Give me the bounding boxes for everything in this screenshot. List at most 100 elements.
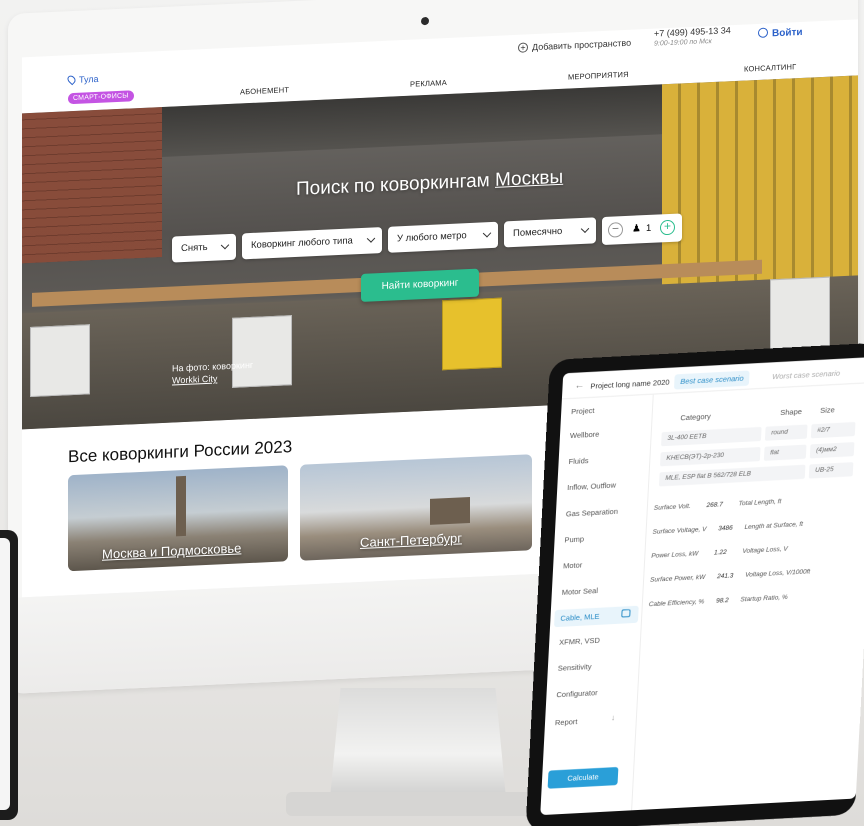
size-select[interactable]: (4)мм2: [809, 442, 855, 459]
sidebar-item[interactable]: Report: [555, 717, 578, 727]
minus-button[interactable]: −: [608, 221, 623, 238]
metric-value: 1.22: [713, 548, 727, 557]
column-header-shape: Shape: [780, 406, 803, 417]
metric-label: Surface Volt.: [653, 502, 691, 512]
metric-label: Length at Surface, ft: [744, 520, 804, 532]
sidebar-item-active[interactable]: Cable, MLE: [554, 605, 639, 628]
nav-smart-offices[interactable]: СМАРТ-ОФИСЫ: [68, 90, 134, 105]
working-hours: 9:00-19:00 по Мск: [654, 38, 712, 48]
metric-label: Surface Voltage, V: [652, 525, 707, 536]
city-card-spb[interactable]: Санкт-Петербург: [300, 454, 532, 561]
calculate-button[interactable]: Calculate: [547, 766, 619, 789]
column-header-size: Size: [820, 405, 836, 415]
hero-title-text: Поиск по коворкингам: [296, 170, 490, 200]
chevron-down-icon: [366, 234, 376, 243]
column-header-category: Category: [680, 411, 712, 423]
nav-advertising[interactable]: РЕКЛАМА: [410, 78, 447, 89]
sidebar-item[interactable]: Sensitivity: [558, 662, 592, 673]
comment-icon: [621, 609, 631, 618]
metric-row: Surface Volt. 268.7 Total Length, ft: [654, 498, 782, 512]
find-coworking-button[interactable]: Найти коворкинг: [361, 268, 479, 302]
category-select[interactable]: KHECB(ЭТ)-2р-230: [659, 447, 761, 467]
metric-label: Voltage Loss, V/1000ft: [744, 568, 811, 580]
chevron-down-icon: [482, 229, 492, 238]
download-icon[interactable]: ↓: [611, 713, 615, 722]
metric-label: Voltage Loss, V: [742, 545, 788, 556]
sidebar-item[interactable]: Pump: [564, 534, 584, 544]
sidebar-item[interactable]: Project: [571, 406, 595, 416]
phone-device: [0, 530, 18, 820]
deal-select-value: Снять: [181, 241, 208, 255]
metric-value: 241.3: [716, 572, 734, 581]
monitor-stand: [330, 688, 506, 798]
hero-cabinet-yellow: [442, 297, 502, 371]
category-select[interactable]: MLE, ESP flat B 562/728 ELB: [658, 464, 806, 487]
size-select[interactable]: UB-25: [808, 462, 854, 479]
building-shape: [430, 497, 470, 525]
period-select[interactable]: Помесячно: [504, 217, 596, 248]
category-select[interactable]: 3L-400 EETB: [661, 426, 762, 447]
guests-count: 1: [646, 222, 652, 235]
metric-label: Power Loss, kW: [651, 550, 699, 560]
metric-row: Cable Efficiency, % 98.2 Startup Ratio, …: [649, 594, 788, 608]
city-selector[interactable]: Тула: [65, 73, 99, 86]
chevron-down-icon: [580, 224, 590, 234]
nav-events[interactable]: МЕРОПРИЯТИЯ: [568, 70, 629, 82]
person-icon: ♟: [632, 223, 641, 235]
sidebar-item-label: Cable, MLE: [560, 611, 600, 623]
metro-select[interactable]: У любого метро: [388, 221, 498, 253]
type-select-value: Коворкинг любого типа: [251, 235, 353, 251]
phone-number[interactable]: +7 (499) 495-13 34: [654, 25, 731, 38]
user-icon: [758, 27, 768, 38]
metric-label: Total Length, ft: [738, 498, 782, 508]
sidebar-item[interactable]: Motor: [563, 561, 583, 571]
add-space-link[interactable]: + Добавить пространство: [518, 38, 631, 53]
plus-circle-icon: +: [518, 42, 528, 53]
metro-select-value: У любого метро: [397, 230, 467, 245]
add-space-label: Добавить пространство: [532, 37, 632, 53]
hero-cabinet: [770, 276, 830, 350]
hero-title: Поиск по коворкингам Москвы: [296, 167, 563, 201]
login-button[interactable]: Войти: [758, 26, 803, 40]
shape-select[interactable]: flat: [763, 444, 807, 461]
city-card-moscow[interactable]: Москва и Подмосковье: [68, 465, 288, 572]
metric-row: Power Loss, kW 1.22 Voltage Loss, V: [651, 546, 788, 560]
city-card-label: Москва и Подмосковье: [102, 540, 242, 562]
nav-consulting[interactable]: КОНСАЛТИНГ: [744, 62, 796, 73]
login-label: Войти: [772, 26, 803, 40]
type-select[interactable]: Коворкинг любого типа: [242, 227, 382, 260]
metric-label: Cable Efficiency, %: [648, 598, 705, 609]
guests-stepper: − ♟ 1 +: [602, 213, 682, 246]
nav-subscription[interactable]: АБОНЕМЕНТ: [240, 85, 289, 96]
hero-city-link[interactable]: Москвы: [495, 167, 563, 191]
section-title: Все коворкинги России 2023: [68, 437, 293, 467]
hero-cabinet: [30, 324, 90, 398]
sidebar-item[interactable]: Motor Seal: [562, 586, 599, 597]
tab-worst-case[interactable]: Worst case scenario: [772, 369, 840, 382]
metric-value: 3486: [718, 524, 733, 533]
tablet-main: Category Shape Size 3L-400 EETB round #2…: [632, 383, 864, 810]
tab-best-case[interactable]: Best case scenario: [673, 370, 750, 390]
photo-caption: На фото: коворкинг Workki City: [172, 359, 253, 387]
deal-select[interactable]: Снять: [172, 233, 236, 263]
sidebar-item[interactable]: Inflow, Outflow: [567, 481, 616, 493]
city-card-label: Санкт-Петербург: [360, 530, 462, 551]
metric-label: Startup Ratio, %: [740, 593, 788, 604]
sidebar-item[interactable]: Configurator: [556, 688, 598, 699]
sidebar-item[interactable]: Wellbore: [570, 429, 600, 440]
city-name: Тула: [79, 73, 99, 85]
hero-brick-wall: [22, 107, 162, 264]
project-name: Project long name 2020: [590, 377, 670, 391]
metric-value: 268.7: [706, 501, 723, 509]
monitor-base: [286, 792, 552, 816]
plus-button[interactable]: +: [660, 219, 675, 236]
metric-value: 98.2: [715, 596, 729, 605]
search-filters: Снять Коворкинг любого типа У любого мет…: [172, 212, 712, 267]
shape-select[interactable]: round: [764, 424, 808, 441]
size-select[interactable]: #2/7: [810, 422, 856, 439]
sidebar-item[interactable]: Fluids: [568, 456, 588, 466]
sidebar-item[interactable]: XFMR, VSD: [559, 636, 600, 647]
tower-shape: [176, 475, 186, 537]
back-arrow-icon[interactable]: ←: [574, 380, 585, 392]
sidebar-item[interactable]: Gas Separation: [566, 507, 619, 519]
